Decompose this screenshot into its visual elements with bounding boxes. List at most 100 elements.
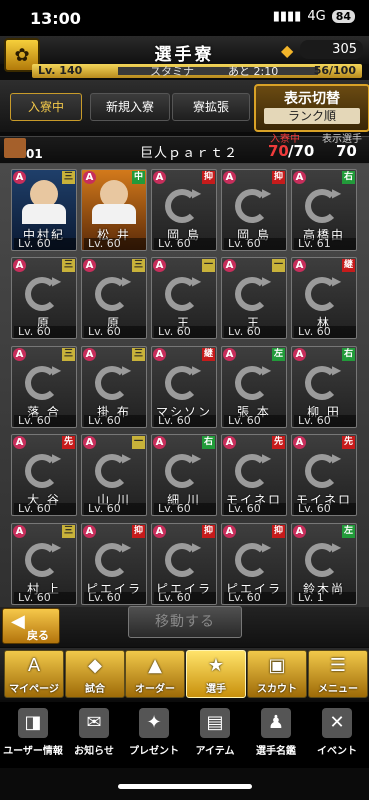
sort-toggle-button[interactable]: 表示切替 ランク順	[254, 84, 369, 132]
sub-nav-item[interactable]: ◨ ユーザー情報	[3, 708, 63, 760]
player-card[interactable]: A 継 ▶ マシソン Lv. 60	[151, 346, 217, 428]
player-card[interactable]: A 三 ▶ 村 上 Lv. 60	[11, 523, 77, 605]
main-nav-item[interactable]: ☰ メニュー	[308, 650, 368, 698]
player-photo-body	[22, 204, 66, 224]
home-indicator[interactable]	[118, 784, 252, 789]
rank-a-icon: A	[223, 259, 236, 272]
main-nav-item[interactable]: ▣ スカウト	[247, 650, 307, 698]
main-nav-icon: ◆	[88, 655, 102, 676]
network-label: 4G	[307, 9, 326, 24]
player-card[interactable]: A 抑 ▶ 岡 島 Lv. 60	[221, 169, 287, 251]
position-badge: 先	[62, 436, 75, 449]
rotate-arrow-icon: ▶	[332, 274, 342, 288]
player-level: Lv. 60	[224, 592, 286, 604]
rank-a-icon: A	[83, 259, 96, 272]
main-nav-item[interactable]: A マイページ	[4, 650, 64, 698]
level-stamina-bar: Lv. 140 スタミナ あと 2:10 56/100	[32, 64, 362, 78]
rank-a-icon: A	[153, 348, 166, 361]
rank-a-icon: A	[223, 436, 236, 449]
player-card[interactable]: A 三 ▶ 原 Lv. 60	[11, 257, 77, 339]
position-badge: 右	[202, 436, 215, 449]
position-badge: 左	[272, 348, 285, 361]
player-level: Lv. 60	[14, 326, 76, 338]
rotate-arrow-icon: ▶	[192, 363, 202, 377]
tab-new-entry[interactable]: 新規入寮	[90, 93, 170, 121]
player-card[interactable]: A 三中村紀 Lv. 60	[11, 169, 77, 251]
player-card[interactable]: A 継 ▶ 林 Lv. 60	[291, 257, 357, 339]
sub-nav-item[interactable]: ▤ アイテム	[186, 708, 244, 760]
player-card[interactable]: A 左 ▶ 鈴木尚 Lv. 1	[291, 523, 357, 605]
tab-in-dorm[interactable]: 入寮中	[10, 93, 82, 121]
rotate-arrow-icon: ▶	[192, 540, 202, 554]
player-card[interactable]: A中松 井 Lv. 60	[81, 169, 147, 251]
player-level: Lv. 60	[154, 415, 216, 427]
back-button[interactable]: ◀ 戻る	[2, 608, 60, 644]
rotate-arrow-icon: ▶	[332, 451, 342, 465]
rotate-arrow-icon: ▶	[52, 451, 62, 465]
player-card[interactable]: A 一 ▶ 王 Lv. 60	[221, 257, 287, 339]
shown-count: 70	[336, 142, 357, 160]
player-card[interactable]: A 三 ▶ 落 合 Lv. 60	[11, 346, 77, 428]
rank-a-icon: A	[223, 525, 236, 538]
player-card[interactable]: A 抑 ▶ ピエイラ Lv. 60	[221, 523, 287, 605]
main-nav-label: オーダー	[135, 684, 175, 695]
main-nav-item[interactable]: ★ 選手	[186, 650, 246, 698]
player-card[interactable]: A 三 ▶ 掛 布 Lv. 60	[81, 346, 147, 428]
rotate-arrow-icon: ▶	[52, 274, 62, 288]
rank-a-icon: A	[13, 525, 26, 538]
sub-nav-item[interactable]: ✕ イベント	[308, 708, 366, 760]
player-card[interactable]: A 左 ▶ 張 本 Lv. 60	[221, 346, 287, 428]
tab-expand[interactable]: 寮拡張	[172, 93, 250, 121]
rank-a-icon: A	[223, 348, 236, 361]
currency-value: 305	[300, 40, 363, 59]
sub-nav-icon: ♟	[261, 708, 291, 738]
player-level: Lv. 60	[84, 326, 146, 338]
player-level: Lv. 60	[224, 326, 286, 338]
move-button[interactable]: 移動する	[128, 606, 242, 638]
position-badge: 三	[62, 525, 75, 538]
player-card[interactable]: A 先 ▶ モイネロ Lv. 60	[291, 434, 357, 516]
player-card[interactable]: A 右 ▶ 高橋由 Lv. 61	[291, 169, 357, 251]
rotate-arrow-icon: ▶	[332, 540, 342, 554]
sub-nav-label: お知らせ	[74, 746, 114, 757]
rotate-arrow-icon: ▶	[122, 540, 132, 554]
status-time: 13:00	[30, 9, 81, 28]
main-nav-item[interactable]: ▲ オーダー	[125, 650, 185, 698]
signal-icon: ▮▮▮▮	[272, 9, 302, 24]
player-card[interactable]: A 一 ▶ 山 川 Lv. 60	[81, 434, 147, 516]
rank-a-icon: A	[13, 436, 26, 449]
sub-nav-icon: ▤	[200, 708, 230, 738]
player-level: Lv. 60	[84, 592, 146, 604]
player-card[interactable]: A 抑 ▶ 岡 島 Lv. 60	[151, 169, 217, 251]
player-level: Lv. 60	[224, 415, 286, 427]
rotate-arrow-icon: ▶	[262, 451, 272, 465]
player-level: Lv. 60	[154, 326, 216, 338]
rank-a-icon: A	[223, 171, 236, 184]
player-card[interactable]: A 先 ▶ 大 谷 Lv. 60	[11, 434, 77, 516]
player-card[interactable]: A 三 ▶ 原 Lv. 60	[81, 257, 147, 339]
sub-nav-item[interactable]: ♟ 選手名鑑	[247, 708, 305, 760]
rank-a-icon: A	[293, 171, 306, 184]
stamina-value: 56/100	[313, 64, 356, 77]
rank-a-icon: A	[83, 348, 96, 361]
player-card[interactable]: A 抑 ▶ ピエイラ Lv. 60	[151, 523, 217, 605]
main-nav-label: スカウト	[257, 684, 297, 695]
dorm-building-icon[interactable]	[4, 138, 26, 158]
player-card[interactable]: A 抑 ▶ ピエイラ Lv. 60	[81, 523, 147, 605]
player-card[interactable]: A 先 ▶ モイネロ Lv. 60	[221, 434, 287, 516]
sub-nav-item[interactable]: ✉ お知らせ	[65, 708, 123, 760]
in-dorm-current: 70	[268, 142, 289, 160]
rotate-arrow-icon: ▶	[262, 186, 272, 200]
rank-a-icon: A	[13, 171, 26, 184]
player-card[interactable]: A 一 ▶ 王 Lv. 60	[151, 257, 217, 339]
player-level: Lv. 1	[294, 592, 356, 604]
player-card[interactable]: A 右 ▶ 細 川 Lv. 60	[151, 434, 217, 516]
main-nav-item[interactable]: ◆ 試合	[65, 650, 125, 698]
back-arrow-icon: ◀	[11, 611, 25, 632]
rank-a-icon: A	[153, 525, 166, 538]
player-card[interactable]: A 右 ▶ 柳 田 Lv. 60	[291, 346, 357, 428]
main-nav-label: 試合	[85, 684, 105, 695]
dorm-number: 01	[26, 147, 43, 161]
sub-nav-item[interactable]: ✦ プレゼント	[125, 708, 183, 760]
rank-a-icon: A	[13, 259, 26, 272]
